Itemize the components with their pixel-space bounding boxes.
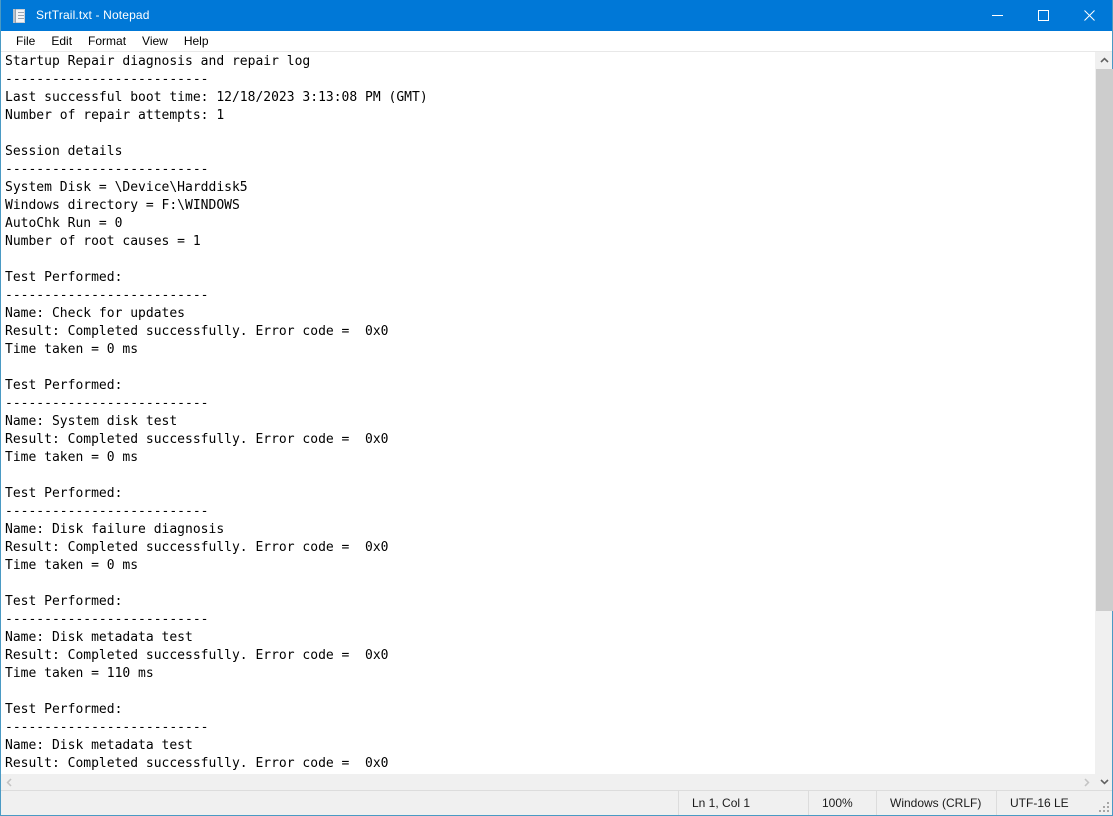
status-encoding[interactable]: UTF-16 LE: [996, 791, 1112, 815]
chevron-right-icon: [1083, 778, 1090, 787]
menu-item-view[interactable]: View: [134, 32, 176, 51]
status-bar: Ln 1, Col 1 100% Windows (CRLF) UTF-16 L…: [1, 790, 1112, 815]
vertical-scroll-track[interactable]: [1096, 69, 1112, 773]
menu-item-edit[interactable]: Edit: [43, 32, 80, 51]
vertical-scroll-thumb[interactable]: [1096, 69, 1113, 611]
horizontal-scrollbar[interactable]: [1, 773, 1095, 790]
window-title: SrtTrail.txt - Notepad: [36, 0, 150, 31]
document-textarea[interactable]: Startup Repair diagnosis and repair log …: [1, 52, 1095, 773]
menu-bar: File Edit Format View Help: [1, 31, 1112, 52]
notepad-window: SrtTrail.txt - Notepad File Edit Forma: [0, 0, 1113, 816]
status-zoom-level[interactable]: 100%: [808, 791, 876, 815]
menu-item-format[interactable]: Format: [80, 32, 134, 51]
window-controls: [974, 0, 1112, 31]
scroll-up-button[interactable]: [1096, 52, 1112, 69]
chevron-down-icon: [1100, 778, 1109, 785]
minimize-icon: [992, 10, 1003, 21]
menu-item-help[interactable]: Help: [176, 32, 217, 51]
text-region: Startup Repair diagnosis and repair log …: [1, 52, 1095, 790]
minimize-button[interactable]: [974, 0, 1020, 31]
resize-grip-icon[interactable]: [1097, 800, 1109, 812]
chevron-up-icon: [1100, 57, 1109, 64]
status-bar-spacer: [1, 791, 678, 815]
maximize-icon: [1038, 10, 1049, 21]
scroll-down-button[interactable]: [1096, 773, 1112, 790]
scroll-left-button[interactable]: [1, 774, 18, 790]
menu-item-file[interactable]: File: [8, 32, 43, 51]
status-line-ending[interactable]: Windows (CRLF): [876, 791, 996, 815]
status-cursor-position[interactable]: Ln 1, Col 1: [678, 791, 808, 815]
scroll-right-button[interactable]: [1078, 774, 1095, 790]
horizontal-scroll-track[interactable]: [18, 774, 1078, 790]
vertical-scrollbar[interactable]: [1095, 52, 1112, 790]
notepad-icon: [11, 8, 27, 24]
chevron-left-icon: [6, 778, 13, 787]
editor-area: Startup Repair diagnosis and repair log …: [1, 52, 1112, 790]
close-button[interactable]: [1066, 0, 1112, 31]
maximize-button[interactable]: [1020, 0, 1066, 31]
title-bar[interactable]: SrtTrail.txt - Notepad: [1, 0, 1112, 31]
close-icon: [1084, 10, 1095, 21]
